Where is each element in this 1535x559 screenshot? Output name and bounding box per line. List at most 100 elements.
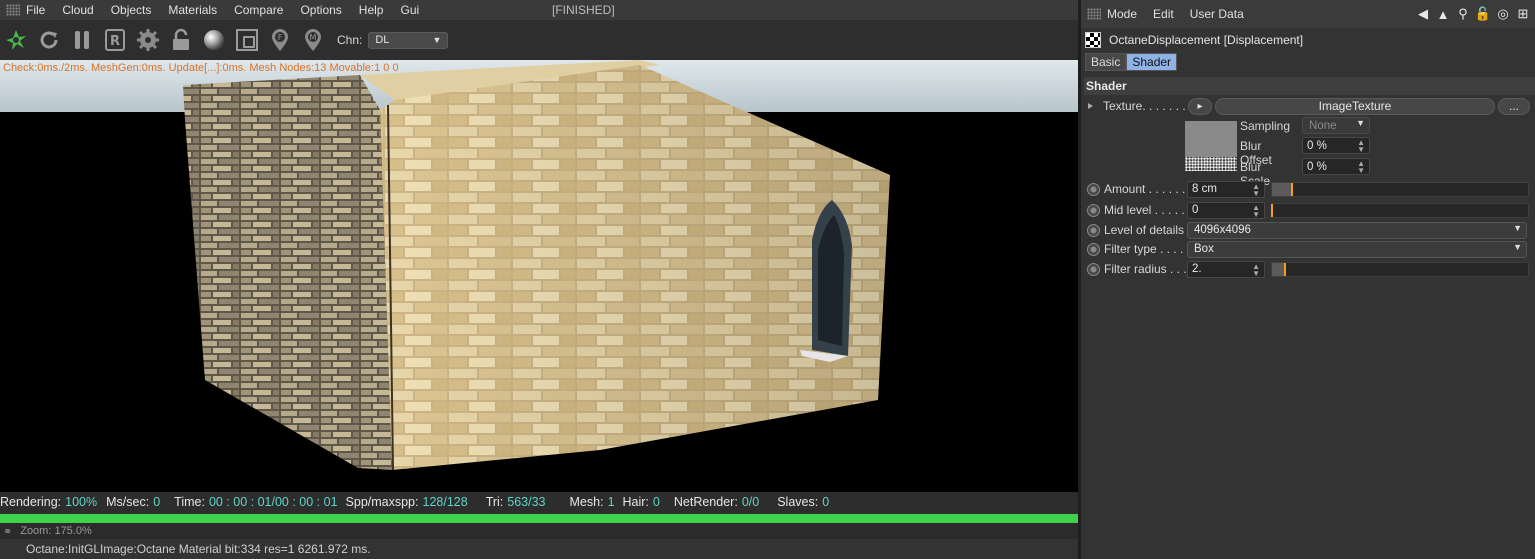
texture-label: Texture. . . . . . . bbox=[1103, 99, 1186, 113]
grip-handle-icon[interactable] bbox=[1087, 8, 1101, 20]
filter-type-label: Filter type . . . . bbox=[1104, 242, 1184, 256]
viewer-menubar: File Cloud Objects Materials Compare Opt… bbox=[0, 0, 1078, 20]
hair-label: Hair: bbox=[622, 495, 649, 509]
chevron-down-icon: ▼ bbox=[432, 35, 442, 45]
blur-scale-field[interactable]: 0 % ▲ ▼ bbox=[1302, 158, 1370, 175]
crop-icon[interactable] bbox=[234, 27, 260, 53]
search-icon[interactable]: ⚲ bbox=[1455, 6, 1471, 22]
render-stats-bar: Rendering: 100% Ms/sec: 0 Time: 00 : 00 … bbox=[0, 492, 1078, 512]
focus-pin-icon[interactable]: F bbox=[267, 27, 293, 53]
mid-level-slider-handle[interactable] bbox=[1271, 203, 1273, 217]
texture-link-button[interactable]: ImageTexture bbox=[1215, 97, 1495, 115]
expand-arrow-icon[interactable] bbox=[1088, 103, 1093, 109]
render-state-title: [FINISHED] bbox=[552, 3, 615, 17]
menu-file[interactable]: File bbox=[26, 3, 45, 17]
render-progress-fill bbox=[0, 514, 1078, 523]
animate-radio-icon[interactable] bbox=[1087, 242, 1100, 256]
amount-slider[interactable] bbox=[1271, 181, 1529, 197]
region-render-icon[interactable]: R bbox=[102, 27, 128, 53]
filter-radius-label: Filter radius . . . bbox=[1104, 262, 1187, 276]
menu-mode[interactable]: Mode bbox=[1107, 7, 1137, 21]
texture-preview-thumbnail[interactable] bbox=[1185, 121, 1237, 171]
zoom-readout: Zoom: 175.0% bbox=[20, 525, 92, 537]
stepper-icon[interactable]: ▲ ▼ bbox=[1252, 262, 1260, 277]
link-icon[interactable]: ⚭ bbox=[3, 525, 12, 538]
back-arrow-icon[interactable]: ◀ bbox=[1415, 6, 1431, 22]
lock-icon[interactable]: 🔓 bbox=[1475, 6, 1491, 22]
menu-edit[interactable]: Edit bbox=[1153, 7, 1174, 21]
channel-select[interactable]: DL ▼ bbox=[368, 31, 449, 49]
filter-radius-row: Filter radius . . . 2. ▲ ▼ bbox=[1081, 260, 1535, 278]
menu-options[interactable]: Options bbox=[300, 3, 341, 17]
sampling-value: None bbox=[1309, 119, 1337, 132]
sampling-select[interactable]: None ▼ bbox=[1302, 117, 1370, 134]
animate-radio-icon[interactable] bbox=[1087, 182, 1100, 196]
texture-more-button[interactable]: ... bbox=[1498, 97, 1530, 115]
render-viewport[interactable]: Check:0ms./2ms. MeshGen:0ms. Update[...]… bbox=[0, 60, 1078, 492]
tri-label: Tri: bbox=[485, 495, 504, 509]
filter-radius-field[interactable]: 2. ▲ ▼ bbox=[1187, 260, 1265, 278]
stepper-icon[interactable]: ▲ ▼ bbox=[1252, 203, 1260, 218]
chevron-down-icon: ▼ bbox=[1513, 222, 1522, 233]
material-pin-icon[interactable]: M bbox=[300, 27, 326, 53]
render-progress-bar bbox=[0, 514, 1078, 523]
tab-shader[interactable]: Shader bbox=[1126, 53, 1178, 71]
menu-compare[interactable]: Compare bbox=[234, 3, 283, 17]
filter-radius-slider[interactable] bbox=[1271, 261, 1529, 277]
menu-objects[interactable]: Objects bbox=[111, 3, 152, 17]
lock-icon[interactable] bbox=[168, 27, 194, 53]
bottom-status-bar: Octane:InitGLImage:Octane Material bit:3… bbox=[0, 539, 1078, 559]
menu-cloud[interactable]: Cloud bbox=[62, 3, 93, 17]
add-icon[interactable]: ⊞ bbox=[1515, 6, 1531, 22]
spp-value: 128/128 bbox=[422, 495, 468, 509]
mid-level-label: Mid level . . . . . bbox=[1104, 203, 1185, 217]
stepper-icon[interactable]: ▲ ▼ bbox=[1357, 139, 1365, 154]
time-label: Time: bbox=[174, 495, 205, 509]
texture-menu-button[interactable]: ▸ bbox=[1188, 97, 1212, 115]
grip-handle-icon[interactable] bbox=[6, 4, 20, 16]
slaves-value: 0 bbox=[822, 495, 830, 509]
level-of-details-select[interactable]: 4096x4096 ▼ bbox=[1187, 221, 1527, 239]
panel-icon-group: ◀ ▲ ⚲ 🔓 ◎ ⊞ bbox=[1415, 6, 1531, 22]
amount-row: Amount . . . . . . 8 cm ▲ ▼ bbox=[1081, 180, 1535, 198]
amount-slider-handle[interactable] bbox=[1291, 182, 1294, 196]
zoom-row: ⚭ Zoom: 175.0% bbox=[0, 523, 1078, 539]
amount-field[interactable]: 8 cm ▲ ▼ bbox=[1187, 180, 1265, 198]
menu-materials[interactable]: Materials bbox=[168, 3, 217, 17]
level-of-details-value: 4096x4096 bbox=[1194, 224, 1251, 236]
app-window: File Cloud Objects Materials Compare Opt… bbox=[0, 0, 1535, 559]
mid-level-row: Mid level . . . . . 0 ▲ ▼ bbox=[1081, 201, 1535, 219]
material-sphere-icon[interactable] bbox=[201, 27, 227, 53]
filter-radius-value: 2. bbox=[1192, 263, 1202, 275]
section-title: Shader bbox=[1084, 77, 1535, 95]
refresh-icon[interactable] bbox=[36, 27, 62, 53]
menu-gui[interactable]: Gui bbox=[400, 3, 419, 17]
target-icon[interactable]: ◎ bbox=[1495, 6, 1511, 22]
mid-level-value: 0 bbox=[1192, 204, 1199, 216]
blur-offset-field[interactable]: 0 % ▲ ▼ bbox=[1302, 137, 1370, 154]
pause-icon[interactable] bbox=[69, 27, 95, 53]
amount-value: 8 cm bbox=[1192, 183, 1217, 195]
hair-value: 0 bbox=[652, 495, 660, 509]
time-value: 00 : 00 : 01/00 : 00 : 01 bbox=[208, 495, 338, 509]
animate-radio-icon[interactable] bbox=[1087, 223, 1100, 237]
mid-level-field[interactable]: 0 ▲ ▼ bbox=[1187, 201, 1265, 219]
animate-radio-icon[interactable] bbox=[1087, 262, 1100, 276]
menu-user-data[interactable]: User Data bbox=[1190, 7, 1244, 21]
mid-level-slider[interactable] bbox=[1271, 202, 1529, 218]
filter-radius-slider-handle[interactable] bbox=[1283, 262, 1286, 276]
menu-help[interactable]: Help bbox=[359, 3, 384, 17]
amount-label: Amount . . . . . . bbox=[1104, 182, 1186, 196]
rendering-value: 100% bbox=[65, 495, 98, 509]
stepper-icon[interactable]: ▲ ▼ bbox=[1252, 182, 1260, 197]
stepper-icon[interactable]: ▲ ▼ bbox=[1357, 160, 1365, 175]
animate-radio-icon[interactable] bbox=[1087, 203, 1100, 217]
filter-type-select[interactable]: Box ▼ bbox=[1187, 240, 1527, 258]
spinner-icon[interactable] bbox=[3, 27, 29, 53]
settings-gear-icon[interactable] bbox=[135, 27, 161, 53]
up-arrow-icon[interactable]: ▲ bbox=[1435, 6, 1451, 22]
filter-type-value: Box bbox=[1194, 243, 1214, 255]
object-title: OctaneDisplacement [Displacement] bbox=[1085, 31, 1303, 49]
texture-noise-preview bbox=[1185, 157, 1237, 171]
tab-basic[interactable]: Basic bbox=[1085, 53, 1127, 71]
